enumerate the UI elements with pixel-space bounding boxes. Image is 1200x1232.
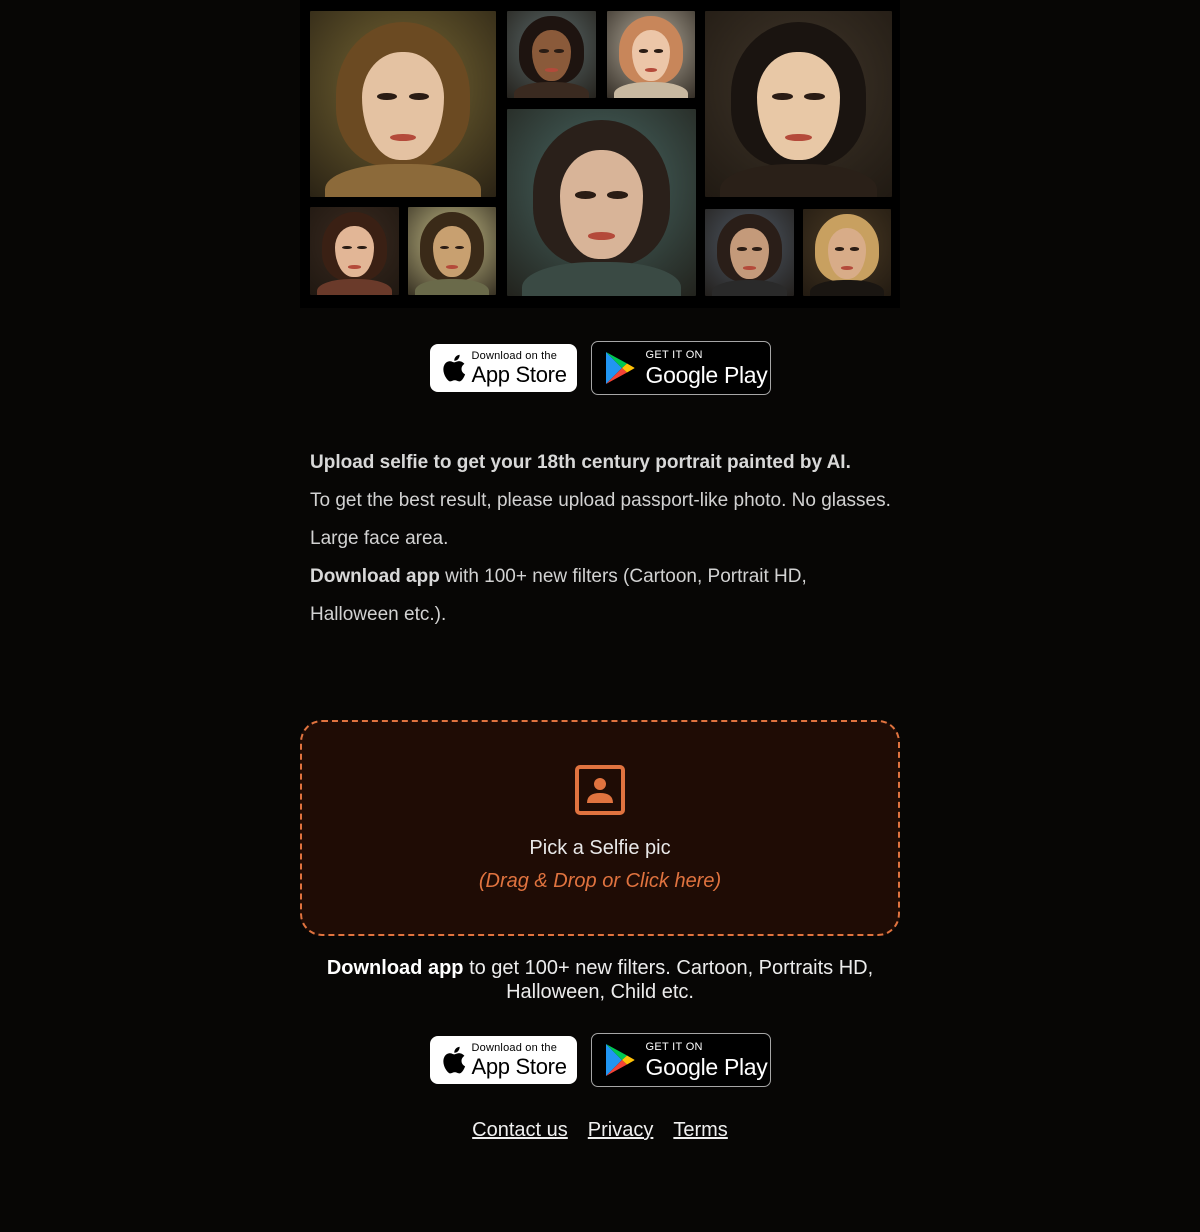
apple-icon	[442, 1046, 465, 1074]
description: Upload selfie to get your 18th century p…	[310, 444, 892, 634]
dropzone-hint: (Drag & Drop or Click here)	[478, 870, 722, 892]
portrait-woman-dark-stylized	[507, 11, 596, 98]
promo-bold: Download app	[326, 957, 464, 979]
portrait-woman-bob-hair	[408, 207, 496, 295]
footer-links: Contact us Privacy Terms	[0, 1119, 1200, 1142]
portrait-man-bearded	[705, 209, 794, 296]
google-play-icon	[605, 352, 634, 384]
portrait-woman-brunette-updo	[310, 207, 399, 295]
promo-rest: to get 100+ new filters. Cartoon, Portra…	[463, 957, 874, 1003]
description-heading: Upload selfie to get your 18th century p…	[310, 452, 851, 473]
app-store-big-text: App Store	[471, 1053, 567, 1079]
portrait-collage	[300, 0, 900, 308]
google-play-small-text: GET IT ON	[645, 348, 703, 361]
google-play-small-text: GET IT ON	[645, 1040, 703, 1053]
app-store-small-text: Download on the	[471, 1041, 558, 1054]
dropzone-label: Pick a Selfie pic	[529, 837, 671, 859]
portrait-upload-icon	[575, 765, 625, 815]
google-play-big-text: Google Play	[645, 1053, 768, 1080]
apple-icon	[442, 354, 465, 382]
portrait-man-blond	[803, 209, 891, 296]
app-store-big-text: App Store	[471, 361, 567, 387]
store-badges-top: Download on the App Store GET IT ON Goog…	[0, 341, 1200, 395]
google-play-icon	[605, 1044, 634, 1076]
privacy-link[interactable]: Privacy	[588, 1119, 654, 1142]
terms-link[interactable]: Terms	[673, 1119, 727, 1142]
portrait-girl-blonde	[607, 11, 695, 98]
portrait-woman-black-hair	[705, 11, 892, 197]
portrait-girl-teal-background	[507, 109, 696, 296]
google-play-big-text: Google Play	[645, 361, 768, 388]
description-download: Download app with 100+ new filters (Cart…	[310, 558, 892, 634]
google-play-badge[interactable]: GET IT ON Google Play	[590, 341, 771, 395]
description-download-bold: Download app	[310, 566, 440, 587]
store-badges-bottom: Download on the App Store GET IT ON Goog…	[0, 1033, 1200, 1087]
portrait-woman-auburn-hair	[310, 11, 496, 197]
app-store-badge[interactable]: Download on the App Store	[429, 344, 577, 392]
app-store-badge[interactable]: Download on the App Store	[429, 1036, 577, 1084]
description-tip: To get the best result, please upload pa…	[310, 490, 891, 549]
download-promo: Download app to get 100+ new filters. Ca…	[300, 956, 900, 1004]
app-store-small-text: Download on the	[471, 349, 558, 362]
contact-link[interactable]: Contact us	[472, 1119, 568, 1142]
selfie-dropzone[interactable]: Pick a Selfie pic (Drag & Drop or Click …	[300, 720, 900, 936]
google-play-badge[interactable]: GET IT ON Google Play	[590, 1033, 771, 1087]
